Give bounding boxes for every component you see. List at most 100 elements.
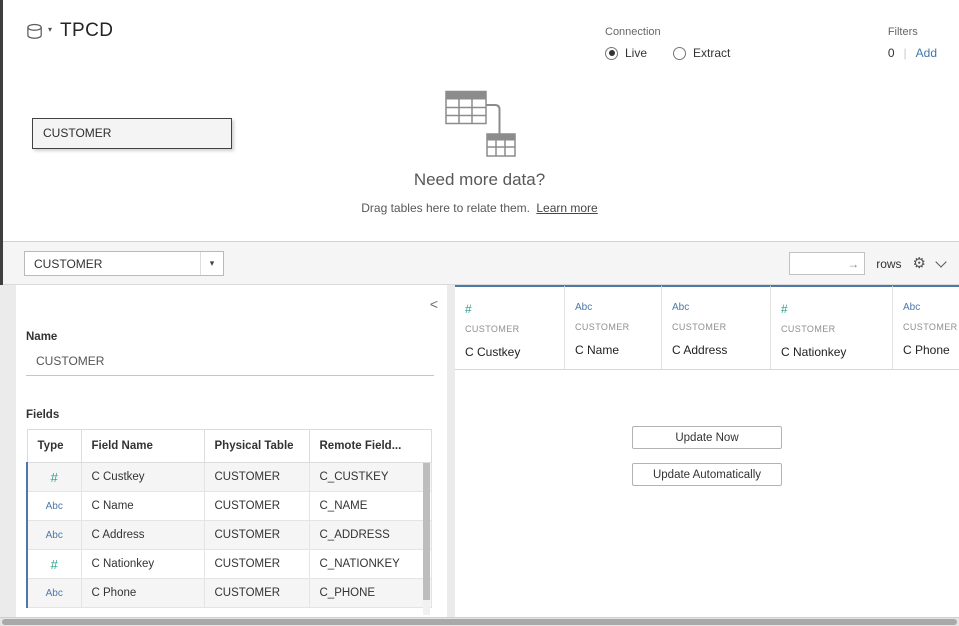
fields-label: Fields (26, 409, 59, 421)
field-row[interactable]: Abc C Address CUSTOMER C_ADDRESS (27, 521, 431, 550)
column-table-name: CUSTOMER (672, 322, 760, 332)
scrollbar-thumb[interactable] (423, 463, 430, 600)
field-name-cell: C Nationkey (81, 550, 204, 579)
field-row[interactable]: # C Nationkey CUSTOMER C_NATIONKEY (27, 550, 431, 579)
radio-live[interactable]: Live (605, 46, 647, 60)
column-field-name: C Name (575, 343, 651, 357)
scrollbar-thumb[interactable] (2, 619, 957, 625)
column-table-name: CUSTOMER (465, 324, 554, 334)
field-row[interactable]: # C Custkey CUSTOMER C_CUSTKEY (27, 463, 431, 492)
relationship-canvas[interactable]: CUSTOMER Need more data? Drag t (0, 70, 959, 241)
filters-row: 0 | Add (888, 46, 937, 60)
fields-table: Type Field Name Physical Table Remote Fi… (26, 429, 432, 608)
name-label: Name (26, 331, 57, 343)
remote-field-cell: C_ADDRESS (309, 521, 431, 550)
field-type-icon: # (27, 463, 81, 492)
column-type-icon: Abc (672, 303, 760, 313)
radio-extract[interactable]: Extract (673, 46, 730, 60)
column-field-name: C Phone (903, 343, 959, 357)
filters-add-link[interactable]: Add (916, 46, 937, 60)
column-type-icon: Abc (575, 303, 651, 313)
field-name-cell: C Custkey (81, 463, 204, 492)
field-row[interactable]: Abc C Phone CUSTOMER C_PHONE (27, 579, 431, 608)
field-name-cell: C Phone (81, 579, 204, 608)
learn-more-link[interactable]: Learn more (536, 201, 597, 215)
column-field-name: C Nationkey (781, 345, 882, 359)
fields-header-type[interactable]: Type (27, 430, 81, 463)
tables-illustration-icon (432, 90, 528, 158)
data-source-menu-button[interactable]: ▾ (26, 23, 52, 42)
fields-header-row: Type Field Name Physical Table Remote Fi… (27, 430, 431, 463)
name-value[interactable]: CUSTOMER (36, 354, 104, 368)
filters-label: Filters (888, 26, 937, 38)
remote-field-cell: C_PHONE (309, 579, 431, 608)
radio-extract-label: Extract (693, 46, 730, 60)
grid-column-header-c-address[interactable]: Abc CUSTOMER C Address (662, 285, 771, 369)
column-table-name: CUSTOMER (575, 322, 651, 332)
field-name-cell: C Address (81, 521, 204, 550)
collapse-panel-button[interactable]: < (430, 297, 438, 311)
grid-column-header-c-custkey[interactable]: # CUSTOMER C Custkey (455, 285, 565, 369)
left-pane-edge (0, 0, 3, 285)
grid-column-header-c-name[interactable]: Abc CUSTOMER C Name (565, 285, 662, 369)
column-type-icon: Abc (903, 303, 959, 313)
field-type-icon: Abc (27, 579, 81, 608)
remote-field-cell: C_NATIONKEY (309, 550, 431, 579)
canvas-table-chip[interactable]: CUSTOMER (32, 118, 232, 149)
grid-body: Update Now Update Automatically (455, 370, 959, 486)
caret-down-icon: ▾ (200, 252, 223, 275)
column-type-icon: # (465, 303, 554, 315)
name-underline (26, 375, 434, 376)
filters-section: Filters 0 | Add (888, 26, 937, 60)
grid-column-header-c-nationkey[interactable]: # CUSTOMER C Nationkey (771, 285, 893, 369)
physical-table-cell: CUSTOMER (204, 550, 309, 579)
fields-header-remote-field[interactable]: Remote Field... (309, 430, 431, 463)
tableau-data-source-page: ▾ TPCD Connection Live Extract Filters 0… (0, 0, 959, 626)
radio-live-label: Live (625, 46, 647, 60)
remote-field-cell: C_NAME (309, 492, 431, 521)
column-table-name: CUSTOMER (781, 324, 882, 334)
data-preview-grid: # CUSTOMER C Custkey Abc CUSTOMER C Name… (455, 285, 959, 617)
chevron-down-icon[interactable] (935, 256, 946, 267)
caret-down-icon: ▾ (48, 25, 52, 34)
grid-column-header-c-phone[interactable]: Abc CUSTOMER C Phone (893, 285, 959, 369)
empty-state-subtitle-text: Drag tables here to relate them. (361, 201, 530, 215)
gear-icon[interactable]: ⚙ (913, 256, 926, 271)
table-selector-dropdown[interactable]: CUSTOMER ▾ (24, 251, 224, 276)
field-row[interactable]: Abc C Name CUSTOMER C_NAME (27, 492, 431, 521)
column-type-icon: # (781, 303, 882, 315)
radio-live-icon (605, 47, 618, 60)
physical-table-cell: CUSTOMER (204, 521, 309, 550)
field-type-icon: # (27, 550, 81, 579)
rows-label: rows (876, 257, 901, 271)
column-table-name: CUSTOMER (903, 322, 959, 332)
radio-extract-icon (673, 47, 686, 60)
grid-header-row: # CUSTOMER C Custkey Abc CUSTOMER C Name… (455, 285, 959, 370)
update-now-button[interactable]: Update Now (632, 426, 782, 449)
data-source-title[interactable]: TPCD (60, 20, 113, 42)
rows-controls: → rows ⚙ (789, 251, 945, 276)
filters-count: 0 (888, 46, 895, 60)
physical-table-cell: CUSTOMER (204, 463, 309, 492)
connection-label: Connection (605, 26, 730, 38)
horizontal-scrollbar[interactable] (0, 617, 959, 626)
metadata-panel: < Name CUSTOMER Fields Type Field Name P… (16, 285, 447, 617)
fields-vertical-scrollbar[interactable] (423, 463, 430, 615)
field-name-cell: C Name (81, 492, 204, 521)
rows-input[interactable] (790, 253, 847, 274)
fields-header-physical-table[interactable]: Physical Table (204, 430, 309, 463)
empty-state-subtitle: Drag tables here to relate them. Learn m… (361, 201, 597, 215)
column-field-name: C Address (672, 343, 760, 357)
main-area: < Name CUSTOMER Fields Type Field Name P… (0, 285, 959, 617)
fields-header-field-name[interactable]: Field Name (81, 430, 204, 463)
physical-table-cell: CUSTOMER (204, 579, 309, 608)
physical-table-cell: CUSTOMER (204, 492, 309, 521)
arrow-right-icon: → (847, 257, 864, 271)
connection-options: Live Extract (605, 46, 730, 60)
table-toolbar: CUSTOMER ▾ → rows ⚙ (0, 241, 959, 285)
rows-limit-box: → (789, 252, 865, 275)
update-automatically-button[interactable]: Update Automatically (632, 463, 782, 486)
table-selector-value: CUSTOMER (25, 257, 200, 271)
filters-separator: | (904, 46, 907, 60)
field-type-icon: Abc (27, 492, 81, 521)
